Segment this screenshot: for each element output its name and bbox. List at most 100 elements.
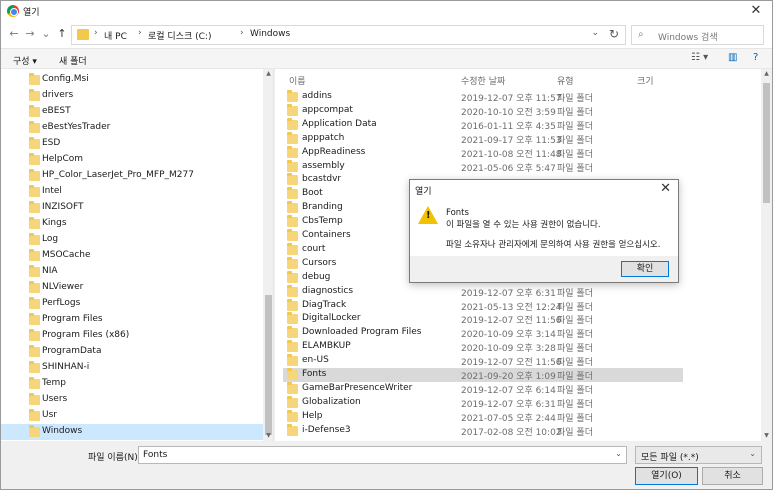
folder-icon [29, 185, 40, 197]
sidebar-item[interactable]: Config.Msi [1, 72, 263, 88]
sidebar-item[interactable]: drivers [1, 88, 263, 104]
file-type-cell: 파일 폴더 [557, 399, 593, 410]
close-icon[interactable]: ✕ [744, 2, 768, 20]
chevron-down-icon[interactable]: ⌄ [749, 449, 756, 458]
sidebar-item[interactable]: ESD [1, 136, 263, 152]
file-row[interactable]: apppatch 2021-09-17 오후 11:53 파일 폴더 [283, 131, 683, 146]
file-row[interactable]: ELAMBKUP 2020-10-09 오후 3:28 파일 폴더 [283, 340, 683, 354]
close-icon[interactable]: ✕ [660, 181, 671, 196]
file-row[interactable]: addins 2019-12-07 오후 11:57 파일 폴더 [283, 90, 683, 104]
file-row[interactable]: AppReadiness 2021-10-08 오전 11:48 파일 폴더 [283, 145, 683, 160]
file-row[interactable]: diagnostics 2019-12-07 오후 6:31 파일 폴더 [283, 284, 683, 299]
sidebar-item[interactable]: HelpCom [1, 152, 263, 168]
file-name-cell: Help [302, 410, 323, 421]
sidebar-item[interactable]: Users [1, 392, 263, 408]
column-header-type[interactable]: 유형 [557, 74, 574, 90]
refresh-icon[interactable]: ↻ [609, 27, 619, 41]
cancel-button[interactable]: 취소 [702, 467, 763, 485]
help-icon[interactable]: ? [753, 52, 758, 63]
sidebar-item[interactable]: NLViewer [1, 280, 263, 296]
view-options-icon[interactable]: ☷ ▾ [691, 52, 708, 63]
preview-pane-icon[interactable]: ▥ [728, 52, 737, 63]
file-row[interactable]: Downloaded Program Files 2020-10-09 오후 3:… [283, 326, 683, 340]
file-name-cell: Branding [302, 202, 343, 213]
file-row[interactable]: GameBarPresenceWriter 2019-12-07 오후 6:14 파… [283, 381, 683, 396]
sidebar-item-label: ESD [42, 138, 61, 148]
file-type-cell: 파일 폴더 [557, 413, 593, 424]
sidebar-item[interactable]: ProgramData [1, 344, 263, 360]
up-icon[interactable]: ↑ [55, 26, 69, 42]
scrollbar-thumb[interactable] [763, 83, 770, 203]
navigation-scrollbar[interactable]: ▲ ▼ [263, 69, 273, 441]
file-name-cell: appcompat [302, 104, 353, 115]
scroll-up-icon[interactable]: ▲ [761, 69, 772, 79]
organize-button[interactable]: 구성 ▾ [13, 54, 37, 67]
scroll-down-icon[interactable]: ▼ [761, 431, 772, 441]
sidebar-item[interactable]: Intel [1, 184, 263, 200]
breadcrumb-this-pc[interactable]: 내 PC [104, 29, 127, 42]
sidebar-item[interactable]: eBestYesTrader [1, 120, 263, 136]
sidebar-item[interactable]: Usr [1, 408, 263, 424]
file-list-scrollbar[interactable]: ▲ ▼ [761, 69, 772, 441]
sidebar-item[interactable]: Temp [1, 376, 263, 392]
file-name-input[interactable]: Fonts ⌄ [138, 446, 627, 464]
sidebar-item[interactable]: MSOCache [1, 248, 263, 264]
file-row[interactable]: i-Defense3 2017-02-08 오전 10:02 파일 폴더 [283, 423, 683, 438]
chevron-down-icon[interactable]: ⌄ [615, 449, 622, 458]
file-row[interactable]: Help 2021-07-05 오후 2:44 파일 폴더 [283, 409, 683, 424]
file-row[interactable]: en-US 2019-12-07 오전 11:56 파일 폴더 [283, 354, 683, 368]
breadcrumb-separator[interactable]: › [138, 28, 142, 38]
sidebar-item[interactable]: Log [1, 232, 263, 248]
sidebar-item[interactable]: HP_Color_LaserJet_Pro_MFP_M277 [1, 168, 263, 184]
file-type-select[interactable]: 모든 파일 (*.*) ⌄ [635, 446, 762, 464]
open-button[interactable]: 열기(O) [635, 467, 698, 485]
file-row[interactable]: DiagTrack 2021-05-13 오전 12:24 파일 폴더 [283, 298, 683, 313]
file-date-cell: 2020-10-09 오후 3:28 [461, 344, 556, 355]
navigation-pane[interactable]: ▲ ▼ Config.Msi drivers eBEST eBestYesTrader… [1, 69, 274, 441]
file-type-cell: 파일 폴더 [557, 372, 593, 382]
scroll-down-icon[interactable]: ▼ [263, 431, 273, 441]
sidebar-item[interactable]: SHINHAN-i [1, 360, 263, 376]
column-header-date[interactable]: 수정한 날짜 [461, 74, 505, 90]
search-input[interactable]: ⌕ Windows 검색 [631, 25, 764, 45]
column-header-name[interactable]: 이름 [289, 74, 306, 90]
sidebar-item[interactable]: Kings [1, 216, 263, 232]
scroll-up-icon[interactable]: ▲ [263, 69, 273, 79]
sidebar-item[interactable]: PerfLogs [1, 296, 263, 312]
toolbar: 구성 ▾ 새 폴더 ☷ ▾ ▥ ? [1, 49, 772, 69]
forward-icon[interactable]: → [23, 26, 37, 42]
folder-icon [287, 270, 298, 283]
breadcrumb-local-disk[interactable]: 로컬 디스크 (C:) [148, 29, 211, 42]
file-row[interactable]: assembly 2021-05-06 오후 5:47 파일 폴더 [283, 159, 683, 174]
breadcrumb-separator[interactable]: › [94, 28, 98, 38]
sidebar-item[interactable]: Windows [1, 424, 263, 440]
sidebar-item[interactable]: Program Files (x86) [1, 328, 263, 344]
back-icon[interactable]: ← [7, 26, 21, 42]
sidebar-item[interactable]: INZISOFT [1, 200, 263, 216]
file-row[interactable]: Globalization 2019-12-07 오후 6:31 파일 폴더 [283, 395, 683, 410]
folder-icon [29, 249, 40, 261]
new-folder-button[interactable]: 새 폴더 [59, 54, 87, 67]
file-row[interactable]: Application Data 2016-01-11 오후 4:35 파일 폴더 [283, 117, 683, 132]
ok-button[interactable]: 확인 [621, 261, 669, 277]
dialog-message: 이 파일을 열 수 있는 사용 권한이 없습니다. [446, 220, 601, 230]
file-date-cell: 2021-10-08 오전 11:48 [461, 149, 562, 160]
file-row[interactable]: Fonts 2021-09-20 오후 1:09 파일 폴더 [283, 368, 683, 382]
folder-icon [287, 159, 298, 172]
sidebar-item[interactable]: Program Files [1, 312, 263, 328]
sidebar-item-label: Config.Msi [42, 74, 89, 84]
scrollbar-thumb[interactable] [265, 295, 272, 435]
column-header-size[interactable]: 크기 [637, 74, 654, 90]
sidebar-item[interactable]: eBEST [1, 104, 263, 120]
recent-locations-icon[interactable]: ⌄ [39, 26, 53, 42]
file-row[interactable]: appcompat 2020-10-10 오전 3:59 파일 폴더 [283, 103, 683, 118]
file-row[interactable]: DigitalLocker 2019-12-07 오전 11:56 파일 폴더 [283, 312, 683, 326]
folder-icon [29, 425, 40, 437]
sidebar-item[interactable]: NIA [1, 264, 263, 280]
breadcrumb-windows[interactable]: Windows [250, 29, 290, 39]
address-bar[interactable]: › 내 PC › 로컬 디스크 (C:) › Windows ⌄ ↻ [71, 25, 626, 45]
address-dropdown-icon[interactable]: ⌄ [591, 28, 599, 38]
folder-icon [287, 381, 298, 394]
folder-icon [29, 89, 40, 101]
breadcrumb-separator[interactable]: › [240, 28, 244, 38]
